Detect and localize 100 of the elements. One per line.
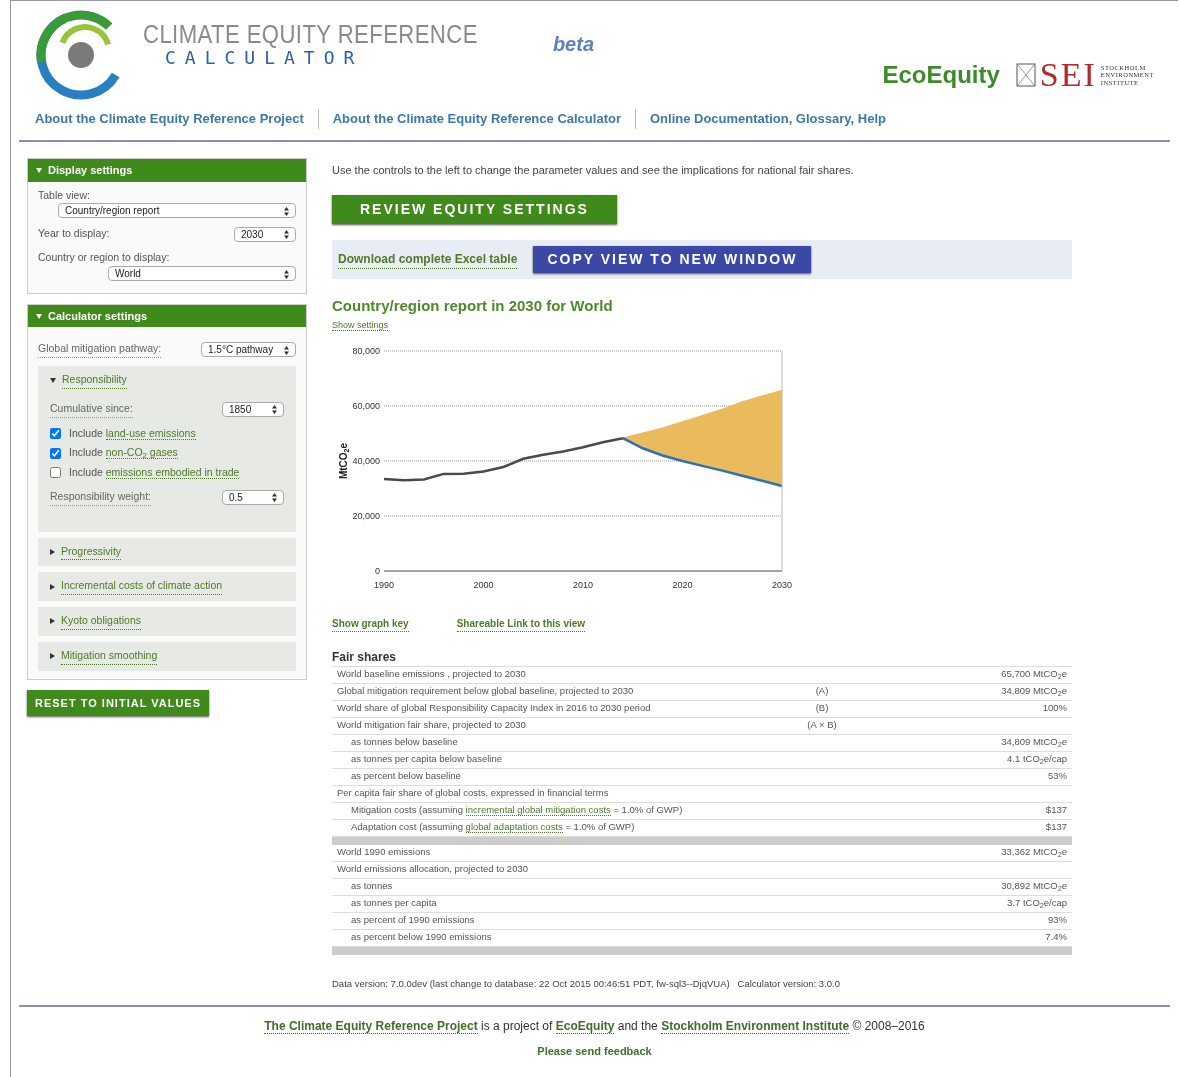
select-field[interactable]: Country/region report — [58, 203, 296, 219]
table-cell-text: $137 — [1044, 820, 1068, 835]
tick-label: 0 — [375, 565, 380, 576]
table-cell-text: 4.1 tCO$_{2}$e/cap — [1006, 752, 1068, 767]
group-link[interactable]: Kyoto obligations — [61, 613, 141, 630]
field-label[interactable]: Cumulative since: — [50, 400, 133, 418]
emblem-icon — [1015, 63, 1036, 87]
review-button[interactable]: REVIEW EQUITY SETTINGS — [332, 194, 617, 224]
graph-link[interactable]: Show graph key — [332, 615, 409, 632]
table-cell-text: 7.4% — [1044, 930, 1068, 945]
table-cell-text: (B) — [814, 701, 830, 716]
nav-link[interactable]: About the Climate Equity Reference Project — [35, 109, 318, 129]
checkbox-label: Include land-use emissions — [69, 425, 196, 442]
tick-label: 1990 — [374, 579, 394, 590]
checkbox-label: Include emissions embodied in trade — [69, 465, 240, 481]
table-cell-text: 33,362 MtCO$_{2}$e — [1000, 845, 1068, 860]
feedback-link[interactable]: Please send feedback — [537, 1042, 652, 1060]
field-label: Country or region to display: — [38, 250, 171, 265]
nav-link[interactable]: Online Documentation, Glossary, Help — [634, 109, 900, 129]
table-cell-text: as tonnes per capita — [350, 896, 438, 911]
table-cell-text: 30,892 MtCO$_{2}$e — [1000, 879, 1068, 894]
checkbox[interactable] — [50, 447, 61, 459]
term-link[interactable]: emissions embodied in trade — [105, 466, 240, 479]
group-link[interactable]: Mitigation smoothing — [61, 647, 158, 665]
tick-label: 2000 — [473, 579, 494, 590]
table-cell-text: 3.7 tCO$_{2}$e/cap — [1006, 896, 1068, 911]
footer-link[interactable]: EcoEquity — [555, 1018, 615, 1034]
logo-text: SEI — [1039, 58, 1097, 92]
table-cell-text: as tonnes — [350, 879, 394, 894]
select-field[interactable]: 1850 — [222, 401, 284, 417]
table-cell-text: World share of global Responsibility Capacity Index in 2016 to 2030 period — [336, 701, 652, 716]
select-field[interactable]: 0.5 — [222, 489, 284, 505]
nav-link[interactable]: About the Climate Equity Reference Calculator — [317, 109, 635, 129]
table-title: Fair shares — [332, 648, 398, 666]
table-cell-text: Mitigation costs (assuming incremental global mitigation costs = 1.0% of GWP) — [350, 803, 684, 818]
updown-icon — [284, 207, 289, 217]
footer-text: The Climate Equity Reference Project is a project of EcoEquity and the Stockholm Environment Institute © 2008–2016 — [263, 1017, 926, 1035]
copy-button[interactable]: COPY VIEW TO NEW WINDOW — [533, 245, 812, 273]
graph-link[interactable]: Shareable Link to this view — [456, 615, 586, 632]
table-cell-text: World baseline emissions , projected to 2030 — [336, 667, 527, 682]
settings-link[interactable]: Show settings — [332, 320, 389, 331]
logo-subtitle: CALCULATOR — [165, 47, 365, 69]
reset-button[interactable]: RESET TO INITIAL VALUES — [27, 689, 210, 716]
table-cell-text: World 1990 emissions — [336, 845, 432, 860]
table-cell-text: $137 — [1044, 803, 1068, 818]
checkbox[interactable] — [50, 427, 61, 439]
table-cell-text: as percent below baseline — [350, 769, 462, 784]
tick-label: 80,000 — [352, 345, 380, 356]
table-cell-text: as percent of 1990 emissions — [350, 913, 476, 928]
select-field[interactable]: 1.5°C pathway — [201, 342, 296, 358]
table-cell-text: World mitigation fair share, projected to 2030 — [336, 718, 527, 733]
term-link[interactable]: land-use emissions — [105, 426, 196, 440]
term-link[interactable]: incremental global mitigation costs — [465, 804, 611, 817]
term-link[interactable]: non-CO$_{2}$ gases — [105, 446, 178, 460]
table-cell-text: as percent below 1990 emissions — [350, 930, 493, 945]
beta-label: beta — [552, 32, 594, 57]
partner-logo[interactable]: EcoEquity — [882, 57, 1000, 93]
updown-icon — [272, 493, 277, 503]
table-cell-text: as tonnes below baseline — [350, 735, 459, 750]
updown-icon — [284, 346, 289, 355]
tick-label: 60,000 — [352, 400, 380, 411]
select-field[interactable]: 2030 — [234, 226, 296, 242]
intro-text: Use the controls to the left to change the parameter values and see the implications for national fair shares. — [332, 163, 855, 178]
logo-title: CLIMATE EQUITY REFERENCE — [143, 21, 478, 47]
group-link[interactable]: Incremental costs of climate action — [61, 578, 223, 595]
table-cell-text: World emissions allocation, projected to 2030 — [336, 862, 529, 877]
table-cell-text: 65,700 MtCO$_{2}$e — [1000, 667, 1068, 682]
table-cell-text: 93% — [1047, 913, 1068, 928]
table-cell-text: 34,809 MtCO$_{2}$e — [1000, 684, 1068, 699]
tick-label: 20,000 — [352, 510, 380, 521]
field-label[interactable]: Global mitigation pathway: — [38, 341, 162, 358]
table-cell-text: 53% — [1047, 769, 1068, 784]
checkbox[interactable] — [50, 467, 61, 479]
panel-header[interactable]: Calculator settings — [28, 304, 306, 328]
select-field[interactable]: World — [108, 265, 296, 281]
field-label: Table view: — [38, 187, 91, 203]
table-cell-text: (A) — [814, 684, 830, 699]
footer-link[interactable]: The Climate Equity Reference Project — [264, 1018, 478, 1034]
table-cell-text: 100% — [1041, 701, 1068, 716]
footer-link[interactable]: Stockholm Environment Institute — [661, 1018, 850, 1034]
table-cell-text: Adaptation cost (assuming global adaptation costs = 1.0% of GWP) — [350, 820, 636, 835]
download-link[interactable]: Download complete Excel table — [338, 249, 518, 269]
field-label[interactable]: Responsibility weight: — [50, 488, 151, 506]
table-cell-text: Per capita fair share of global costs, expressed in financial terms — [336, 786, 610, 801]
tick-label: 2010 — [573, 579, 593, 590]
tick-label: 2030 — [772, 579, 792, 590]
version-text: Data version: 7.0.0dev (last change to database: 22 Oct 2015 00:46:51 PDT, fw-sql3--DjqVUA) Calculator version: 3.0.0 — [332, 976, 841, 991]
updown-icon — [284, 230, 289, 240]
panel-header[interactable]: Display settings — [28, 159, 306, 182]
tick-label: 2020 — [672, 579, 693, 590]
updown-icon — [272, 405, 277, 415]
tick-label: 40,000 — [352, 455, 380, 466]
group-link[interactable]: Responsibility — [62, 372, 127, 389]
group-link[interactable]: Progressivity — [61, 543, 122, 561]
table-cell-text: Global mitigation requirement below global baseline, projected to 2030 — [336, 684, 635, 699]
field-label: Year to display: — [38, 226, 110, 242]
table-cell-text: (A × B) — [806, 718, 838, 733]
table-cell-text: 34,809 MtCO$_{2}$e — [1000, 735, 1068, 750]
report-title: Country/region report in 2030 for World — [332, 295, 614, 316]
term-link[interactable]: global adaptation costs — [465, 821, 563, 834]
